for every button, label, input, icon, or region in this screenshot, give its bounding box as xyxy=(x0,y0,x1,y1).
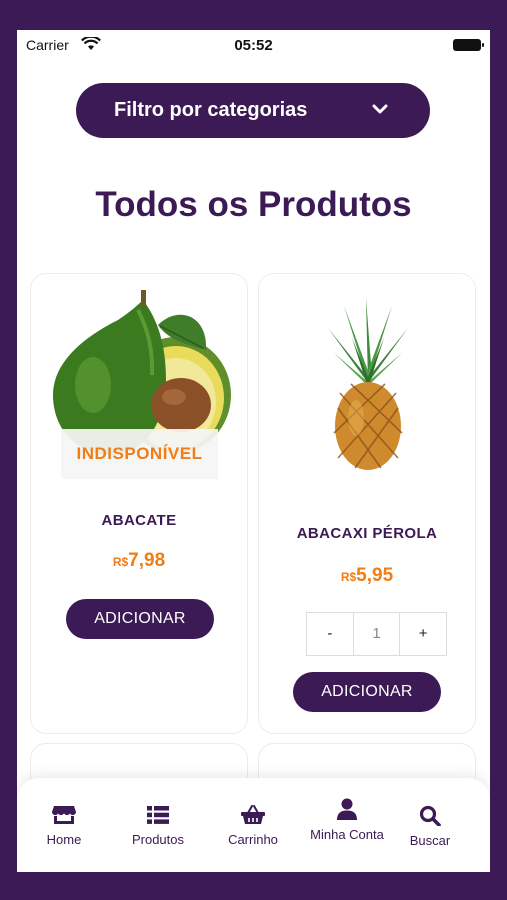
product-price: R$7,98 xyxy=(31,550,247,572)
tab-minha-conta-label: Minha Conta xyxy=(310,827,384,842)
product-price: R$5,95 xyxy=(259,565,475,587)
tab-produtos[interactable]: Produtos xyxy=(118,805,198,847)
decrement-button[interactable]: - xyxy=(307,613,353,655)
price-value: 7,98 xyxy=(128,550,166,571)
user-icon xyxy=(337,798,357,820)
tab-carrinho[interactable]: Carrinho xyxy=(213,805,293,847)
basket-icon xyxy=(241,805,265,824)
clock: 05:52 xyxy=(234,37,273,54)
increment-button[interactable]: + xyxy=(400,613,446,655)
chevron-down-icon xyxy=(372,104,388,114)
list-icon xyxy=(147,806,169,824)
quantity-stepper[interactable]: - 1 + xyxy=(306,612,447,656)
tab-buscar-label: Buscar xyxy=(409,833,451,848)
add-to-cart-button[interactable]: ADICIONAR xyxy=(293,672,441,712)
tab-buscar[interactable]: Buscar xyxy=(390,805,470,848)
product-name: ABACAXI PÉROLA xyxy=(296,525,438,542)
tab-home-label: Home xyxy=(46,832,82,847)
quantity-value: 1 xyxy=(352,613,401,655)
search-icon xyxy=(419,805,441,826)
battery-icon xyxy=(453,39,484,51)
tab-minha-conta[interactable]: Minha Conta xyxy=(307,798,387,842)
tab-carrinho-label: Carrinho xyxy=(228,832,278,847)
add-to-cart-button[interactable]: ADICIONAR xyxy=(66,599,214,639)
price-currency: R$ xyxy=(340,570,357,584)
tab-produtos-label: Produtos xyxy=(131,832,185,847)
status-bar: Carrier 05:52 xyxy=(17,30,490,60)
store-icon xyxy=(52,806,76,824)
price-currency: R$ xyxy=(112,555,129,569)
category-filter-dropdown[interactable]: Filtro por categorias xyxy=(76,83,430,138)
unavailable-badge: INDISPONÍVEL xyxy=(61,429,218,479)
product-card[interactable]: INDISPONÍVEL ABACATE R$7,98 ADICIONAR xyxy=(30,273,248,734)
page-title: Todos os Produtos xyxy=(95,185,412,224)
product-card[interactable]: ABACAXI PÉROLA R$5,95 - 1 + ADICIONAR xyxy=(258,273,476,734)
bottom-tab-bar: Home Produtos Carrinho Minha Conta Busca… xyxy=(17,778,490,872)
app-screen: Carrier 05:52 Filtro por categorias Todo… xyxy=(17,30,490,872)
product-name: ABACATE xyxy=(101,512,177,529)
price-value: 5,95 xyxy=(356,565,394,586)
tab-home[interactable]: Home xyxy=(24,805,104,847)
category-filter-label: Filtro por categorias xyxy=(114,99,308,121)
pineapple-image xyxy=(328,298,408,470)
